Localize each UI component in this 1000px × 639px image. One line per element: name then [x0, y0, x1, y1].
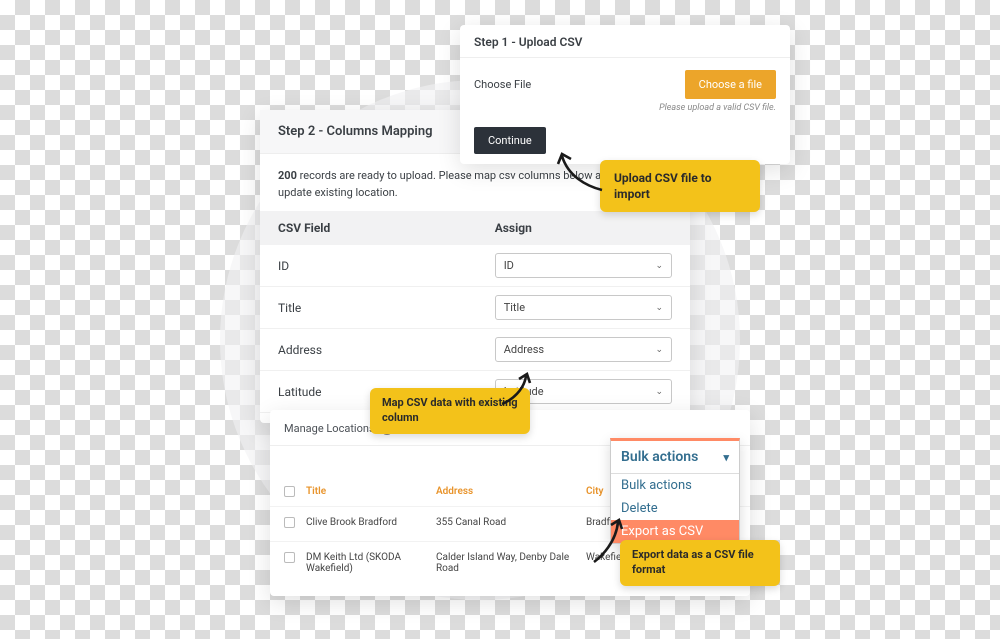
assign-value: Address	[504, 343, 544, 356]
desc-rest: records are ready to upload. Please map …	[278, 169, 654, 199]
col-title[interactable]: Title	[306, 486, 436, 500]
cell-address: Calder Island Way, Denby Dale Road	[436, 552, 586, 574]
row-checkbox[interactable]	[284, 517, 295, 528]
step1-title: Step 1 - Upload CSV	[460, 25, 790, 58]
cell-title: Clive Brook Bradford	[306, 517, 436, 531]
manage-title: Manage Locations	[284, 422, 375, 435]
assign-select[interactable]: Address ⌄	[495, 337, 672, 362]
assign-select[interactable]: Title ⌄	[495, 295, 672, 320]
choose-file-button[interactable]: Choose a file	[685, 70, 776, 99]
choose-file-label: Choose File	[474, 78, 531, 91]
header-csv-field: CSV Field	[278, 221, 495, 235]
mapping-row: Title Title ⌄	[260, 287, 690, 329]
bulk-option[interactable]: Delete	[611, 497, 739, 520]
callout-map: Map CSV data with existing column	[370, 388, 530, 434]
bulk-actions-dropdown[interactable]: Bulk actions ▾ Bulk actionsDeleteExport …	[610, 438, 740, 544]
mapping-row: ID ID ⌄	[260, 245, 690, 287]
callout-export: Export data as a CSV file format	[620, 540, 780, 586]
record-count: 200	[278, 169, 297, 182]
bulk-actions-toggle[interactable]: Bulk actions ▾	[611, 441, 739, 474]
header-assign: Assign	[495, 221, 532, 235]
csv-field-label: Title	[278, 301, 495, 315]
chevron-down-icon: ⌄	[655, 303, 663, 313]
assign-value: Title	[504, 301, 525, 314]
chevron-down-icon: ⌄	[655, 261, 663, 271]
callout-upload: Upload CSV file to import	[600, 160, 760, 212]
cell-address: 355 Canal Road	[436, 517, 586, 531]
continue-button[interactable]: Continue	[474, 127, 546, 154]
chevron-down-icon: ⌄	[655, 345, 663, 355]
assign-value: ID	[504, 259, 514, 272]
row-checkbox[interactable]	[284, 552, 295, 563]
col-address[interactable]: Address	[436, 486, 586, 500]
step1-card: Step 1 - Upload CSV Choose File Choose a…	[460, 25, 790, 164]
mapping-row: Address Address ⌄	[260, 329, 690, 371]
csv-field-label: ID	[278, 259, 495, 273]
bulk-option[interactable]: Bulk actions	[611, 474, 739, 497]
chevron-down-icon: ⌄	[655, 387, 663, 397]
cell-title: DM Keith Ltd (SKODA Wakefield)	[306, 552, 436, 574]
mapping-header: CSV Field Assign	[260, 211, 690, 245]
assign-select[interactable]: ID ⌄	[495, 253, 672, 278]
select-all-checkbox[interactable]	[284, 486, 295, 497]
upload-hint: Please upload a valid CSV file.	[460, 99, 790, 113]
chevron-down-icon: ▾	[723, 451, 729, 464]
csv-field-label: Address	[278, 343, 495, 357]
bulk-label: Bulk actions	[621, 449, 698, 465]
